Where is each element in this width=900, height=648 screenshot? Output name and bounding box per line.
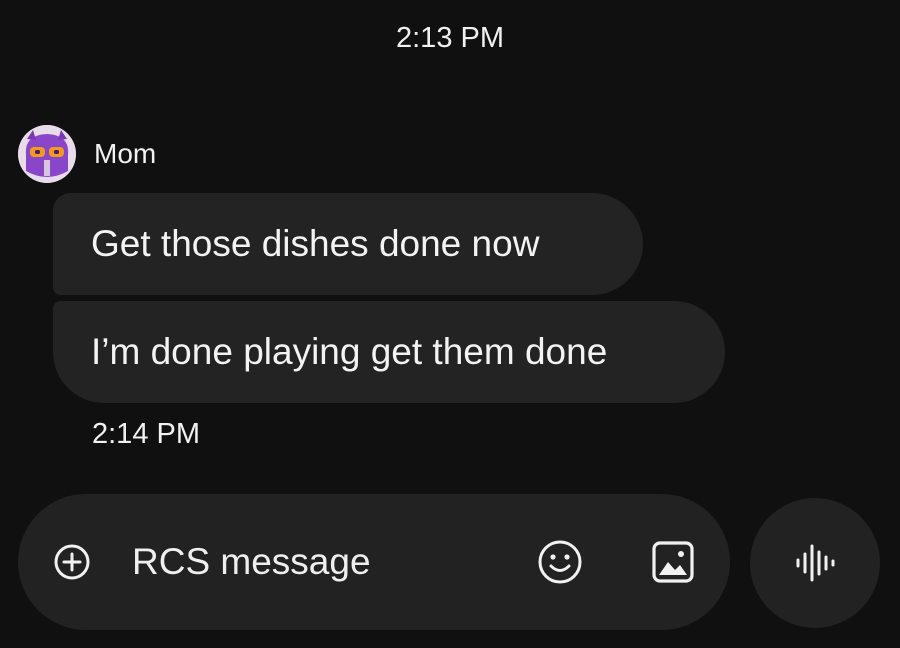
voice-message-button[interactable]: [750, 498, 880, 628]
emoji-icon: [538, 540, 582, 584]
gallery-icon: [652, 541, 694, 583]
sender-name: Mom: [94, 138, 157, 169]
emoji-button[interactable]: [536, 538, 584, 586]
sender-row: Mom: [18, 125, 156, 183]
message-bubble[interactable]: Get those dishes done now: [53, 193, 643, 295]
conversation-screen: 2:13 PM Mom Get those dishes done now I’…: [0, 0, 900, 648]
conversation-timestamp: 2:13 PM: [396, 22, 504, 54]
message-text: I’m done playing get them done: [91, 331, 608, 372]
message-timestamp: 2:14 PM: [92, 418, 200, 450]
gallery-button[interactable]: [649, 538, 697, 586]
message-bubble[interactable]: I’m done playing get them done: [53, 301, 725, 403]
voice-waveform-icon: [796, 544, 835, 582]
rcs-message-input[interactable]: [132, 534, 512, 590]
sender-avatar[interactable]: [18, 125, 76, 183]
purple-monster-avatar-icon: [18, 125, 76, 183]
add-circle-icon: [54, 544, 90, 580]
add-attachment-button[interactable]: [48, 538, 96, 586]
message-composer: [18, 494, 730, 630]
message-text: Get those dishes done now: [91, 223, 540, 264]
